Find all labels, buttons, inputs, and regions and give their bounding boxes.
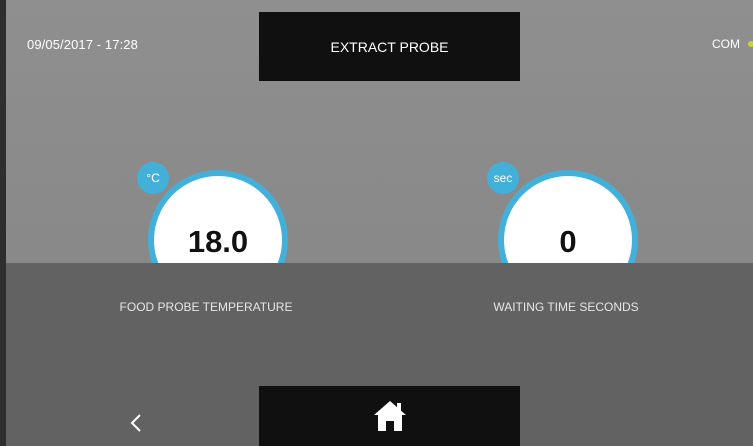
com-status-indicator-icon <box>748 41 753 47</box>
waiting-time-label: WAITING TIME SECONDS <box>493 300 639 314</box>
food-probe-temperature-label: FOOD PROBE TEMPERATURE <box>119 300 293 314</box>
waiting-time-value: 0 <box>559 224 577 259</box>
page-title-text: EXTRACT PROBE <box>330 38 449 55</box>
home-icon <box>373 401 406 431</box>
home-button[interactable] <box>259 386 520 446</box>
chevron-left-icon <box>130 414 141 432</box>
back-button[interactable] <box>116 403 156 443</box>
oven-screen: 09/05/2017 - 17:28 EXTRACT PROBE COM 18.… <box>6 0 753 446</box>
seconds-unit-badge: sec <box>487 162 519 194</box>
page-title: EXTRACT PROBE <box>259 12 520 81</box>
food-probe-temperature-value: 18.0 <box>187 224 249 259</box>
celsius-unit-badge: °C <box>137 162 169 194</box>
com-status: COM <box>712 37 753 51</box>
com-status-label: COM <box>712 37 740 51</box>
bottom-panel: FOOD PROBE TEMPERATURE WAITING TIME SECO… <box>6 263 753 446</box>
datetime-display: 09/05/2017 - 17:28 <box>27 37 138 52</box>
